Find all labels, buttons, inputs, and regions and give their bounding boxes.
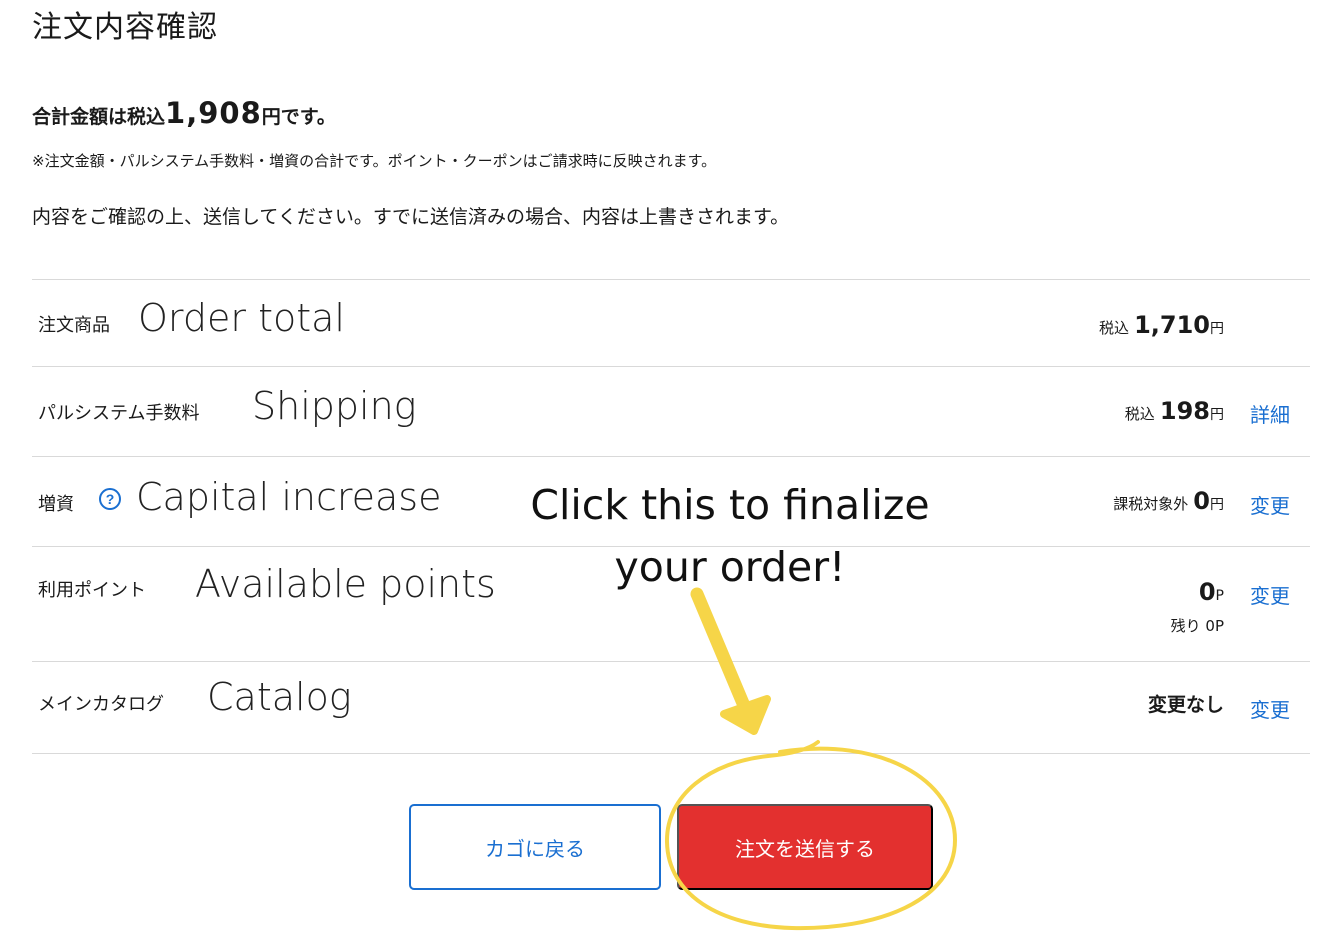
confirm-instruction: 内容をご確認の上、送信してください。すでに送信済みの場合、内容は上書きされます。 [32,206,790,228]
shipping-value: 税込 198円 [1124,397,1224,425]
shipping-label-en: Shipping [252,384,417,428]
capital-label-en: Capital increase [136,475,442,519]
points-remaining: 残り 0P [1170,617,1224,635]
back-to-cart-button[interactable]: カゴに戻る [409,804,661,890]
capital-change-link[interactable]: 変更 [1250,490,1290,519]
catalog-label-en: Catalog [207,675,352,719]
capital-label: 増資 [38,494,74,515]
points-value: 0P [1198,578,1224,606]
annotation-line-2: your order! [614,543,846,591]
capital-value: 課税対象外 0円 [1113,487,1224,515]
total-amount: 1,908 [165,96,262,130]
page-title: 注文内容確認 [32,10,218,45]
catalog-label: メインカタログ [38,694,164,715]
total-note: ※注文金額・パルシステム手数料・増資の合計です。ポイント・クーポンはご請求時に反… [32,152,717,170]
annotation-line-1: Click this to finalize [530,481,930,529]
total-suffix: 円です。 [261,106,336,128]
shipping-label: パルシステム手数料 [38,403,200,424]
points-change-link[interactable]: 変更 [1250,580,1290,609]
order-value: 税込 1,710円 [1098,311,1224,339]
shipping-detail-link[interactable]: 詳細 [1250,399,1290,428]
row-shipping: パルシステム手数料 Shipping 税込 198円 詳細 [32,366,1310,456]
points-label-en: Available points [195,562,496,606]
row-catalog: メインカタログ Catalog 変更なし 変更 [32,661,1310,754]
help-icon[interactable]: ? [99,488,121,510]
catalog-value: 変更なし [1147,694,1224,716]
total-prefix: 合計金額は税込 [32,106,166,128]
submit-order-button[interactable]: 注文を送信する [677,804,933,890]
order-label: 注文商品 [38,315,110,336]
points-label: 利用ポイント [38,580,146,601]
catalog-change-link[interactable]: 変更 [1250,694,1290,723]
total-summary: 合計金額は税込1,908円です。 [32,96,336,130]
order-label-en: Order total [138,296,345,340]
row-order: 注文商品 Order total 税込 1,710円 [32,279,1310,366]
annotation-text: Click this to finalize your order! [520,474,940,598]
